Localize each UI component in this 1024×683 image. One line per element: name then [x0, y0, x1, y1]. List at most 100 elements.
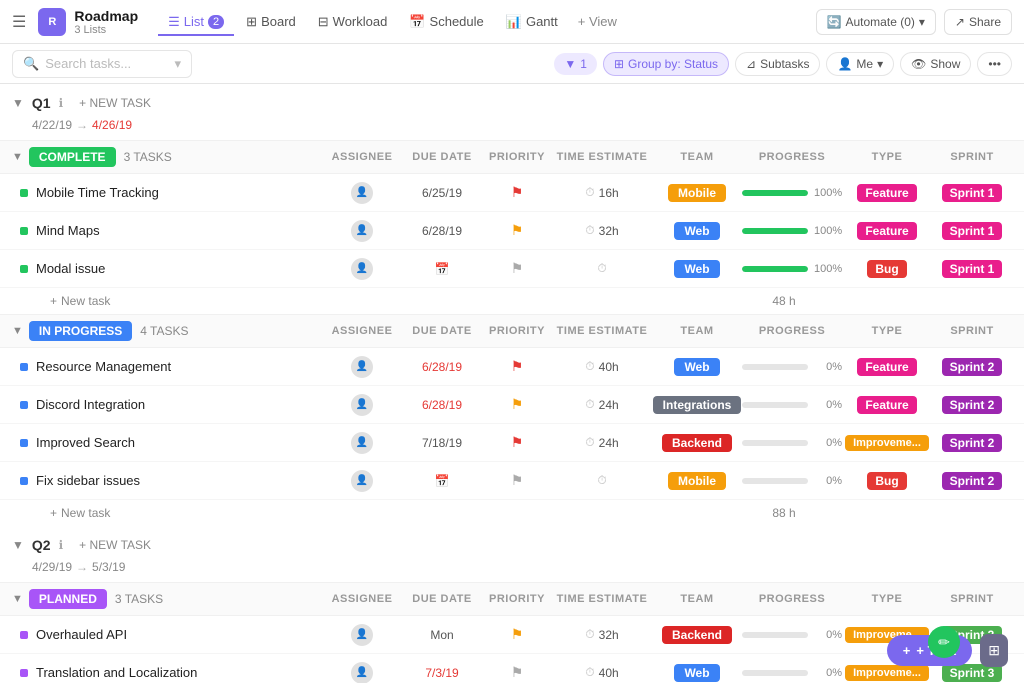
quarter-q1-toggle[interactable]: ▼: [12, 96, 24, 110]
task-due-date[interactable]: Mon: [402, 628, 482, 642]
task-time-estimate: ⏱32h: [552, 627, 652, 642]
task-due-date[interactable]: 6/25/19: [402, 186, 482, 200]
quarter-q1-dates: 4/22/19 → 4/26/19: [0, 116, 1024, 140]
task-team[interactable]: Mobile: [652, 472, 742, 490]
task-team[interactable]: Mobile: [652, 184, 742, 202]
task-assignee[interactable]: 👤: [322, 182, 402, 204]
task-priority[interactable]: ⚑: [482, 358, 552, 375]
task-due-date[interactable]: 📅: [402, 474, 482, 488]
task-type[interactable]: Feature: [842, 184, 932, 202]
task-sprint[interactable]: Sprint 1: [932, 260, 1012, 278]
task-name[interactable]: Modal issue: [36, 261, 322, 276]
task-team[interactable]: Web: [652, 260, 742, 278]
quarter-q2-toggle[interactable]: ▼: [12, 538, 24, 552]
automate-button[interactable]: 🔄 Automate (0) ▾: [816, 9, 936, 35]
show-chip[interactable]: 👁 Show: [900, 52, 971, 76]
task-team[interactable]: Web: [652, 358, 742, 376]
quarter-q1-info[interactable]: ℹ: [59, 96, 64, 110]
task-due-date[interactable]: 6/28/19: [402, 224, 482, 238]
task-type[interactable]: Feature: [842, 358, 932, 376]
more-options-button[interactable]: •••: [977, 52, 1012, 76]
me-chip[interactable]: 👤 Me ▾: [826, 52, 894, 76]
task-priority[interactable]: ⚑: [482, 396, 552, 413]
search-box[interactable]: 🔍 Search tasks... ▾: [12, 50, 192, 78]
task-priority[interactable]: ⚑: [482, 664, 552, 681]
task-type[interactable]: Bug: [842, 260, 932, 278]
task-assignee[interactable]: 👤: [322, 220, 402, 242]
team-badge: Backend: [662, 626, 732, 644]
task-priority[interactable]: ⚑: [482, 260, 552, 277]
task-name[interactable]: Improved Search: [36, 435, 322, 450]
task-due-date[interactable]: 📅: [402, 262, 482, 276]
task-due-date[interactable]: 7/18/19: [402, 436, 482, 450]
task-name[interactable]: Discord Integration: [36, 397, 322, 412]
task-due-date[interactable]: 7/3/19: [402, 666, 482, 680]
task-team[interactable]: Web: [652, 222, 742, 240]
task-team[interactable]: Web: [652, 664, 742, 682]
task-sprint[interactable]: Sprint 2: [932, 358, 1012, 376]
add-new-task-complete[interactable]: + New task 48 h: [0, 288, 1024, 314]
task-type[interactable]: Feature: [842, 222, 932, 240]
group-by-chip[interactable]: ⊞ Group by: Status: [603, 52, 729, 76]
tab-schedule[interactable]: 📅 Schedule: [399, 8, 493, 36]
group-planned-toggle[interactable]: ▼: [12, 593, 23, 605]
hamburger-icon[interactable]: ☰: [12, 12, 26, 32]
task-priority[interactable]: ⚑: [482, 626, 552, 643]
task-due-date[interactable]: 6/28/19: [402, 398, 482, 412]
quarter-q1-add[interactable]: + NEW TASK: [71, 94, 159, 112]
group-inprogress-toggle[interactable]: ▼: [12, 325, 23, 337]
task-assignee[interactable]: 👤: [322, 356, 402, 378]
filter-chip[interactable]: ▼ 1: [554, 53, 597, 75]
task-sprint[interactable]: Sprint 1: [932, 222, 1012, 240]
add-view-button[interactable]: + View: [570, 8, 625, 35]
type-badge: Bug: [867, 472, 906, 490]
task-sprint[interactable]: Sprint 1: [932, 184, 1012, 202]
task-name[interactable]: Fix sidebar issues: [36, 473, 322, 488]
task-assignee[interactable]: 👤: [322, 662, 402, 683]
quarter-q2-header: ▼ Q2 ℹ + NEW TASK: [0, 526, 1024, 558]
task-name[interactable]: Mobile Time Tracking: [36, 185, 322, 200]
task-assignee[interactable]: 👤: [322, 470, 402, 492]
subtasks-chip[interactable]: ⊿ Subtasks: [735, 52, 820, 76]
task-sprint[interactable]: Sprint 2: [932, 396, 1012, 414]
team-badge: Backend: [662, 434, 732, 452]
task-assignee[interactable]: 👤: [322, 394, 402, 416]
task-name[interactable]: Overhauled API: [36, 627, 322, 642]
team-badge: Web: [674, 664, 719, 682]
flag-icon: ⚑: [511, 222, 524, 239]
task-assignee[interactable]: 👤: [322, 624, 402, 646]
task-type[interactable]: Improveme...: [842, 435, 932, 451]
share-button[interactable]: ↗ Share: [944, 9, 1012, 35]
clock-icon: ⏱: [585, 223, 594, 238]
task-team[interactable]: Integrations: [652, 396, 742, 414]
tab-board[interactable]: ⊞ Board: [236, 8, 306, 36]
more-icon: •••: [988, 57, 1001, 71]
quarter-q2-info[interactable]: ℹ: [59, 538, 64, 552]
tab-workload[interactable]: ⊟ Workload: [308, 8, 398, 36]
tab-gantt[interactable]: 📊 Gantt: [496, 8, 568, 36]
task-assignee[interactable]: 👤: [322, 258, 402, 280]
group-complete-toggle[interactable]: ▼: [12, 151, 23, 163]
task-priority[interactable]: ⚑: [482, 472, 552, 489]
team-badge: Web: [674, 260, 719, 278]
fab-grid-button[interactable]: ⊞: [980, 634, 1008, 667]
task-sprint[interactable]: Sprint 2: [932, 434, 1012, 452]
task-assignee[interactable]: 👤: [322, 432, 402, 454]
add-new-task-inprogress[interactable]: + New task 88 h: [0, 500, 1024, 526]
fab-edit-button[interactable]: ✏: [928, 626, 960, 658]
task-priority[interactable]: ⚑: [482, 222, 552, 239]
quarter-q2-add[interactable]: + NEW TASK: [71, 536, 159, 554]
task-name[interactable]: Resource Management: [36, 359, 322, 374]
task-type[interactable]: Feature: [842, 396, 932, 414]
tab-list[interactable]: ☰ List 2: [158, 8, 234, 36]
task-team[interactable]: Backend: [652, 626, 742, 644]
task-type[interactable]: Bug: [842, 472, 932, 490]
task-due-date[interactable]: 6/28/19: [402, 360, 482, 374]
task-priority[interactable]: ⚑: [482, 184, 552, 201]
table-row: Improved Search 👤 7/18/19 ⚑ ⏱24h Backend…: [0, 424, 1024, 462]
task-name[interactable]: Mind Maps: [36, 223, 322, 238]
task-priority[interactable]: ⚑: [482, 434, 552, 451]
task-name[interactable]: Translation and Localization: [36, 665, 322, 680]
task-sprint[interactable]: Sprint 2: [932, 472, 1012, 490]
task-team[interactable]: Backend: [652, 434, 742, 452]
